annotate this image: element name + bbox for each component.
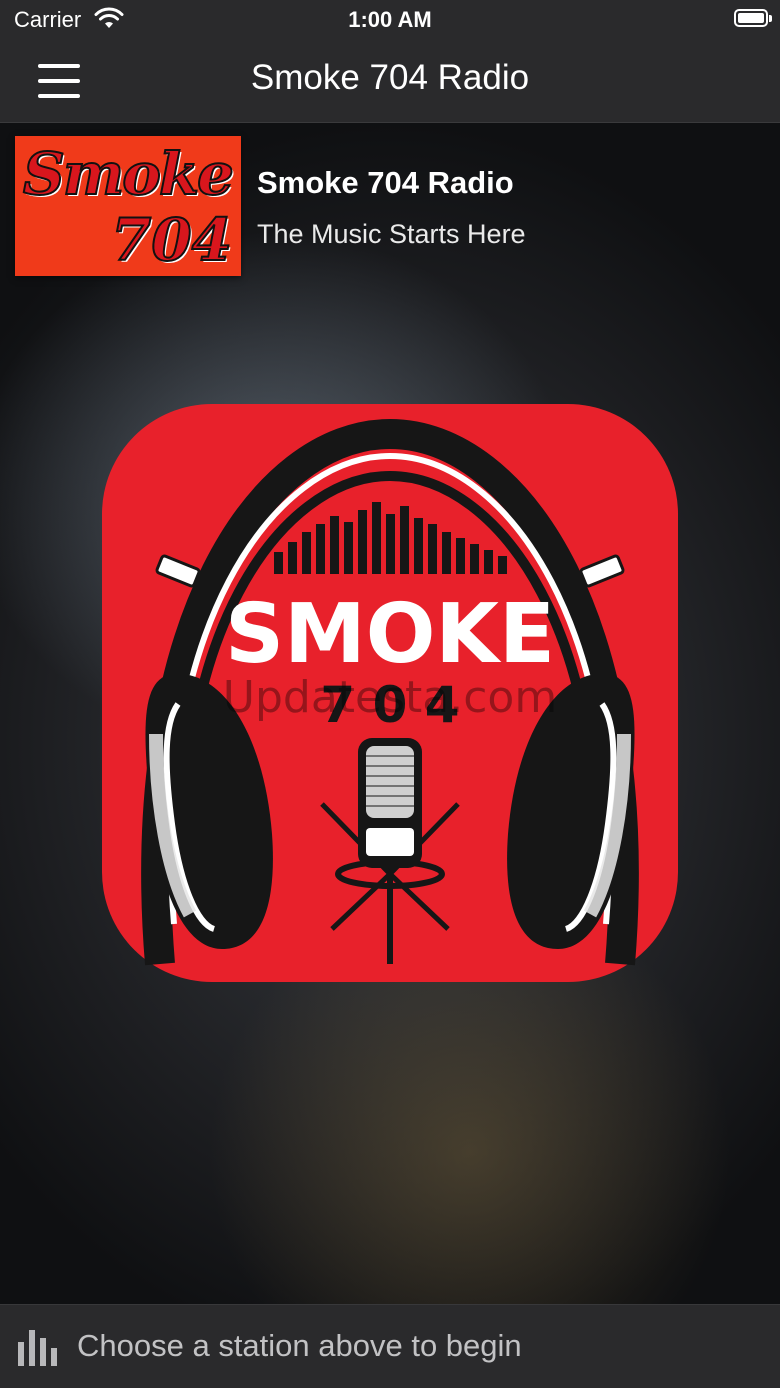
status-bar: Carrier 1:00 AM	[0, 0, 780, 42]
station-name: Smoke 704 Radio	[257, 165, 514, 200]
navigation-bar: Smoke 704 Radio	[0, 42, 780, 123]
station-header[interactable]: Smoke 704 Smoke 704 Radio The Music Star…	[0, 122, 780, 292]
station-logo-line1: Smoke	[22, 139, 235, 209]
battery-icon	[734, 9, 772, 27]
equalizer-icon	[18, 1330, 58, 1366]
nav-title: Smoke 704 Radio	[250, 58, 530, 97]
artwork-title: SMOKE	[225, 587, 555, 682]
player-bar[interactable]: Choose a station above to begin	[0, 1304, 780, 1388]
artwork-watermark: Updatesta.com	[223, 672, 557, 723]
clock: 1:00 AM	[348, 7, 432, 32]
station-artwork: SMOKE 7 0 4 Updatesta.com	[102, 404, 678, 982]
station-tagline: The Music Starts Here	[257, 219, 526, 249]
player-status-text: Choose a station above to begin	[77, 1328, 522, 1363]
station-logo: Smoke 704	[15, 136, 241, 276]
station-logo-line2: 704	[110, 205, 233, 275]
